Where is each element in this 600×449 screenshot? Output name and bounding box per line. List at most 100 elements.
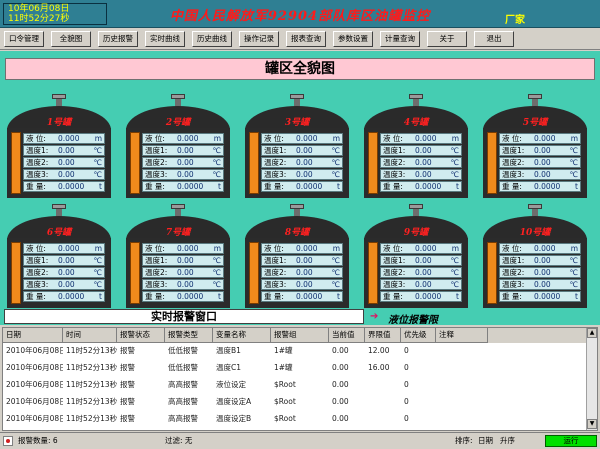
reading-label: 液 位:: [383, 244, 403, 253]
reading-unit: m: [213, 134, 221, 143]
tank-7[interactable]: 7号罐液 位: 0.000 m 温度1: 0.00 ℃ 温度2: 0.00 ℃ 温度3: 0.00 ℃…: [124, 204, 232, 308]
tank-reading-row: 温度1: 0.00 ℃: [380, 255, 462, 266]
reading-unit: ℃: [212, 268, 221, 277]
metering-query-button[interactable]: 计量查询: [380, 31, 420, 47]
table-cell: $Root: [274, 380, 296, 389]
table-cell: [365, 411, 401, 426]
reading-label: 温度2:: [145, 158, 168, 167]
column-header[interactable]: 时间: [63, 328, 117, 343]
tank-reading-row: 重 量: 0.0000 t: [380, 291, 462, 302]
reading-unit: ℃: [93, 170, 102, 179]
reading-unit: m: [451, 244, 459, 253]
table-cell: 0: [404, 346, 409, 355]
column-header[interactable]: 当前值: [329, 328, 365, 343]
app-title: 中国人民解放军92904部队库区油罐监控: [169, 9, 431, 24]
operation-log-button[interactable]: 操作记录: [239, 31, 279, 47]
reading-value: 0.000: [296, 244, 318, 253]
table-cell: 2010年06月08日: [6, 346, 63, 355]
table-row[interactable]: 2010年06月08日 11时52分13秒 报警 低低报警 温度B1 1#罐 0.00 12.…: [3, 343, 588, 358]
column-header[interactable]: 报警组: [271, 328, 329, 343]
table-row[interactable]: 2010年06月08日 11时52分13秒 报警 高高报警 温度设定A $Root 0.00…: [3, 394, 588, 409]
arrow-right-icon[interactable]: ➔: [370, 311, 378, 322]
reading-unit: ℃: [93, 146, 102, 155]
reading-label: 重 量:: [145, 182, 165, 191]
scroll-down-icon[interactable]: ▼: [587, 419, 597, 429]
table-cell: 11时52分13秒: [66, 363, 117, 372]
tank-area-panel: 罐区全貌图 1号罐液 位: 0.000 m 温度1: 0.00 ℃ 温度2: 0.00 ℃ 温度3…: [0, 51, 600, 326]
table-row[interactable]: 2010年06月08日 11时52分13秒 报警 低低报警 温度C1 1#罐 0.00 16.…: [3, 360, 588, 375]
tank-4[interactable]: 4号罐液 位: 0.000 m 温度1: 0.00 ℃ 温度2: 0.00 ℃ 温度3: 0.00 ℃…: [362, 94, 470, 198]
reading-label: 温度2:: [26, 268, 49, 277]
date-text: 10年06月08日: [8, 4, 70, 14]
realtime-curve-button[interactable]: 实时曲线: [145, 31, 185, 47]
tank-reading-row: 温度2: 0.00 ℃: [380, 157, 462, 168]
reading-label: 温度3:: [145, 170, 168, 179]
report-query-button[interactable]: 报表查询: [286, 31, 326, 47]
tank-reading-row: 温度1: 0.00 ℃: [499, 255, 581, 266]
table-cell: 低低报警: [168, 363, 198, 372]
reading-label: 温度3:: [264, 170, 287, 179]
table-cell: 高高报警: [168, 414, 198, 423]
reading-label: 重 量:: [383, 292, 403, 301]
title-bar: 10年06月08日 11时52分27秒 中国人民解放军92904部队库区油罐监控…: [0, 0, 600, 28]
alarm-status-icon: [3, 436, 13, 446]
table-cell: 16.00: [368, 363, 390, 372]
column-header[interactable]: 报警类型: [165, 328, 213, 343]
reading-unit: ℃: [212, 280, 221, 289]
reading-value: 0.00: [534, 146, 551, 155]
tank-1[interactable]: 1号罐液 位: 0.000 m 温度1: 0.00 ℃ 温度2: 0.00 ℃ 温度3: 0.00 ℃…: [5, 94, 113, 198]
column-header[interactable]: 优先级: [401, 328, 436, 343]
reading-label: 温度2:: [26, 158, 49, 167]
tank-8[interactable]: 8号罐液 位: 0.000 m 温度1: 0.00 ℃ 温度2: 0.00 ℃ 温度3: 0.00 ℃…: [243, 204, 351, 308]
reading-label: 温度1:: [502, 146, 525, 155]
reading-value: 0.00: [415, 170, 432, 179]
table-row[interactable]: 2010年06月08日 11时52分13秒 报警 高高报警 液位设定 $Root 0.00 0: [3, 377, 588, 392]
reading-unit: t: [575, 292, 578, 301]
tank-reading-row: 温度3: 0.00 ℃: [499, 279, 581, 290]
overview-button[interactable]: 全貌图: [51, 31, 91, 47]
tank-reading-row: 液 位: 0.000 m: [380, 133, 462, 144]
history-curve-button[interactable]: 历史曲线: [192, 31, 232, 47]
reading-unit: ℃: [331, 256, 340, 265]
table-cell: 12.00: [368, 346, 390, 355]
tank-6[interactable]: 6号罐液 位: 0.000 m 温度1: 0.00 ℃ 温度2: 0.00 ℃ 温度3: 0.00 ℃…: [5, 204, 113, 308]
reading-value: 0.00: [177, 170, 194, 179]
reading-label: 温度2:: [264, 158, 287, 167]
reading-label: 温度3:: [264, 280, 287, 289]
column-header[interactable]: 界限值: [365, 328, 401, 343]
table-cell: [436, 343, 488, 358]
parameter-settings-button[interactable]: 参数设置: [333, 31, 373, 47]
column-header[interactable]: 注释: [436, 328, 488, 343]
tank-9[interactable]: 9号罐液 位: 0.000 m 温度1: 0.00 ℃ 温度2: 0.00 ℃ 温度3: 0.00 ℃…: [362, 204, 470, 308]
tank-3[interactable]: 3号罐液 位: 0.000 m 温度1: 0.00 ℃ 温度2: 0.00 ℃ 温度3: 0.00 ℃…: [243, 94, 351, 198]
reading-value: 0.000: [534, 134, 556, 143]
column-header[interactable]: 变量名称: [213, 328, 271, 343]
reading-label: 液 位:: [383, 134, 403, 143]
history-alarm-button[interactable]: 历史报警: [98, 31, 138, 47]
tank-2[interactable]: 2号罐液 位: 0.000 m 温度1: 0.00 ℃ 温度2: 0.00 ℃ 温度3: 0.00 ℃…: [124, 94, 232, 198]
about-button[interactable]: 关于: [427, 31, 467, 47]
reading-label: 液 位:: [145, 244, 165, 253]
reading-value: 0.0000: [296, 182, 323, 191]
table-row[interactable]: 2010年06月08日 11时52分13秒 报警 高高报警 温度设定B $Root 0.00…: [3, 411, 588, 426]
exit-button[interactable]: 退出: [474, 31, 514, 47]
table-cell: 0.00: [332, 380, 349, 389]
reading-value: 0.00: [415, 158, 432, 167]
reading-value: 0.00: [534, 170, 551, 179]
reading-value: 0.0000: [534, 182, 561, 191]
alarm-table-scrollbar[interactable]: ▲ ▼: [586, 328, 597, 430]
tank-10[interactable]: 10号罐液 位: 0.000 m 温度1: 0.00 ℃ 温度2: 0.00 ℃ 温度3: 0.00…: [481, 204, 589, 308]
password-manage-button[interactable]: 口令管理: [4, 31, 44, 47]
reading-unit: m: [451, 134, 459, 143]
column-header[interactable]: 报警状态: [117, 328, 165, 343]
filter-status: 过滤: 无: [165, 436, 193, 445]
table-cell: 温度B1: [216, 346, 241, 355]
scroll-up-icon[interactable]: ▲: [587, 328, 597, 338]
tank-reading-row: 重 量: 0.0000 t: [261, 181, 343, 192]
table-cell: [436, 411, 488, 426]
tank-5[interactable]: 5号罐液 位: 0.000 m 温度1: 0.00 ℃ 温度2: 0.00 ℃ 温度3: 0.00 ℃…: [481, 94, 589, 198]
column-header[interactable]: 日期: [3, 328, 63, 343]
table-cell: 1#罐: [274, 346, 293, 355]
reading-unit: ℃: [212, 170, 221, 179]
level-alarm-limit-link[interactable]: 液位报警限: [388, 311, 438, 326]
